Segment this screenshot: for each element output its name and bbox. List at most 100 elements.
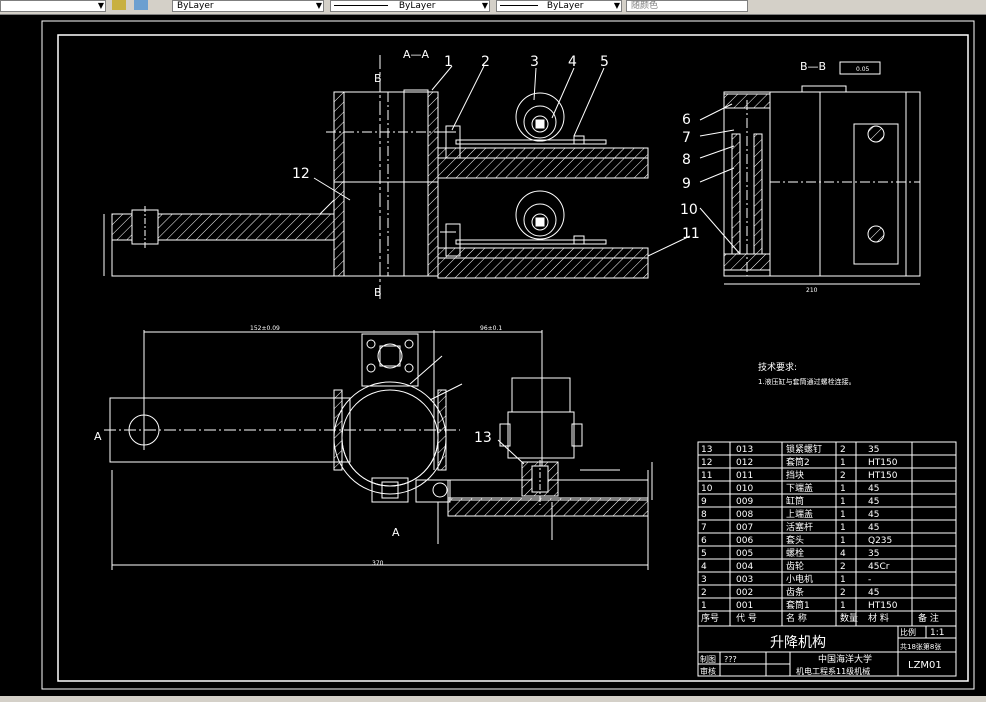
- bom-cell: 缸筒: [786, 495, 804, 507]
- bom-cell: 活塞杆: [786, 521, 813, 533]
- bom-cell: 1: [840, 458, 846, 468]
- bom-cell: 35: [868, 445, 879, 455]
- bom-cell: 003: [736, 575, 753, 585]
- school-name: 中国海洋大学: [818, 653, 872, 665]
- bom-cell: 6: [701, 536, 707, 546]
- bom-cell: HT150: [868, 471, 898, 481]
- bom-cell: 套头: [786, 534, 804, 546]
- bom-cell: 10: [701, 484, 713, 494]
- linetype-dropdown[interactable]: ByLayer ▼: [330, 0, 490, 12]
- drawing-number: LZM01: [908, 660, 942, 671]
- bom-cell: HT150: [868, 601, 898, 611]
- flatness-tolerance: 0.05: [856, 66, 870, 73]
- dimension-210: 210: [806, 287, 818, 294]
- bom-cell: 5: [701, 549, 707, 559]
- plotstyle-dropdown[interactable]: 随颜色: [626, 0, 748, 12]
- bom-header-cell: 数量: [840, 612, 858, 624]
- chevron-down-icon[interactable]: ▼: [614, 1, 620, 11]
- view-a-left-marker: A: [94, 430, 102, 443]
- callout-13: 13: [474, 430, 492, 446]
- bom-cell: 35: [868, 549, 879, 559]
- bom-cell: 2: [701, 588, 707, 598]
- layer-previous-icon[interactable]: [112, 0, 126, 10]
- bom-cell: -: [868, 575, 871, 585]
- callout-12: 12: [292, 166, 310, 182]
- drawing-title: 升降机构: [770, 635, 826, 651]
- bom-cell: 1: [840, 523, 846, 533]
- callout-1: 1: [444, 54, 453, 70]
- section-a-a-view: [103, 55, 691, 300]
- layer-dropdown[interactable]: ▼: [0, 0, 106, 12]
- bom-cell: 010: [736, 484, 753, 494]
- plotstyle-dropdown-value: 随颜色: [631, 1, 659, 11]
- bom-cell: 2: [840, 445, 846, 455]
- drawing-canvas[interactable]: A—A B B 1 2 3 4 5 12 11 B—B 0.05 6 7 8 9…: [0, 15, 986, 702]
- chevron-down-icon[interactable]: ▼: [482, 1, 488, 11]
- section-b-top-marker: B: [374, 72, 382, 85]
- callout-4: 4: [568, 54, 577, 70]
- bom-cell: 011: [736, 471, 753, 481]
- callout-6: 6: [682, 112, 691, 128]
- layer-state-icon[interactable]: [134, 0, 148, 10]
- bom-cell: Q235: [868, 536, 892, 546]
- bom-cell: 8: [701, 510, 707, 520]
- callout-2: 2: [481, 54, 490, 70]
- color-dropdown[interactable]: ByLayer ▼: [172, 0, 324, 12]
- linetype-preview: [334, 5, 388, 6]
- scale-value: 1:1: [930, 628, 944, 638]
- checked-by-label: 审核: [700, 666, 716, 676]
- bom-rows: 13 013 锁紧螺钉 2 3512 012 套筒2 1 HT15011 011 挡块 2 HT1501…: [698, 443, 956, 624]
- bom-cell: 45: [868, 484, 879, 494]
- chevron-down-icon[interactable]: ▼: [316, 1, 322, 11]
- callout-3: 3: [530, 54, 539, 70]
- class-name: 机电工程系11级机械: [796, 666, 870, 676]
- drawn-by-value: ???: [724, 655, 737, 664]
- bom-cell: 1: [701, 601, 707, 611]
- bom-cell: 004: [736, 562, 753, 572]
- properties-toolbar: ▼ ByLayer ▼ ByLayer ▼ ByLayer ▼ 随颜色: [0, 0, 986, 15]
- lineweight-preview: [500, 5, 538, 6]
- bom-cell: 下端盖: [786, 482, 813, 494]
- callout-10: 10: [680, 202, 698, 218]
- bom-cell: 4: [840, 549, 846, 559]
- technical-requirements: 技术要求: 1.液压缸与套筒通过螺栓连接。: [758, 361, 856, 386]
- bom-cell: 挡块: [786, 469, 804, 481]
- tech-req-item: 1.液压缸与套筒通过螺栓连接。: [758, 377, 856, 386]
- inner-frame: [57, 34, 969, 682]
- bom-cell: 4: [701, 562, 707, 572]
- section-a-a-label: A—A: [403, 48, 430, 61]
- bom-cell: 002: [736, 588, 753, 598]
- dimension-152: 152±0.09: [250, 325, 280, 332]
- callout-11: 11: [682, 226, 700, 242]
- bom-cell: 小电机: [786, 573, 813, 585]
- bom-cell: 螺栓: [786, 547, 804, 559]
- bom-cell: HT150: [868, 458, 898, 468]
- color-dropdown-value: ByLayer: [177, 1, 214, 11]
- bom-cell: 1: [840, 497, 846, 507]
- lineweight-dropdown[interactable]: ByLayer ▼: [496, 0, 622, 12]
- bom-cell: 009: [736, 497, 753, 507]
- bom-cell: 001: [736, 601, 753, 611]
- lineweight-dropdown-value: ByLayer: [546, 1, 584, 11]
- callout-8: 8: [682, 152, 691, 168]
- bom-cell: 7: [701, 523, 707, 533]
- scale-label: 比例: [900, 627, 916, 637]
- chevron-down-icon[interactable]: ▼: [98, 1, 104, 11]
- section-b-bottom-marker: B: [374, 286, 382, 299]
- bom-cell: 套筒1: [786, 599, 810, 611]
- bom-header-cell: 备 注: [918, 612, 939, 624]
- bom-header-cell: 材 料: [868, 612, 889, 624]
- bom-cell: 13: [701, 445, 712, 455]
- bom-cell: 9: [701, 497, 707, 507]
- bom-cell: 008: [736, 510, 753, 520]
- bom-cell: 齿轮: [786, 560, 804, 572]
- callout-7: 7: [682, 130, 691, 146]
- bom-cell: 12: [701, 458, 712, 468]
- bom-cell: 013: [736, 445, 753, 455]
- bom-cell: 套筒2: [786, 456, 810, 468]
- bom-cell: 007: [736, 523, 753, 533]
- bom-cell: 1: [840, 601, 846, 611]
- bom-header-cell: 代 号: [736, 613, 757, 624]
- command-line-strip[interactable]: [0, 696, 986, 702]
- bom-cell: 1: [840, 575, 846, 585]
